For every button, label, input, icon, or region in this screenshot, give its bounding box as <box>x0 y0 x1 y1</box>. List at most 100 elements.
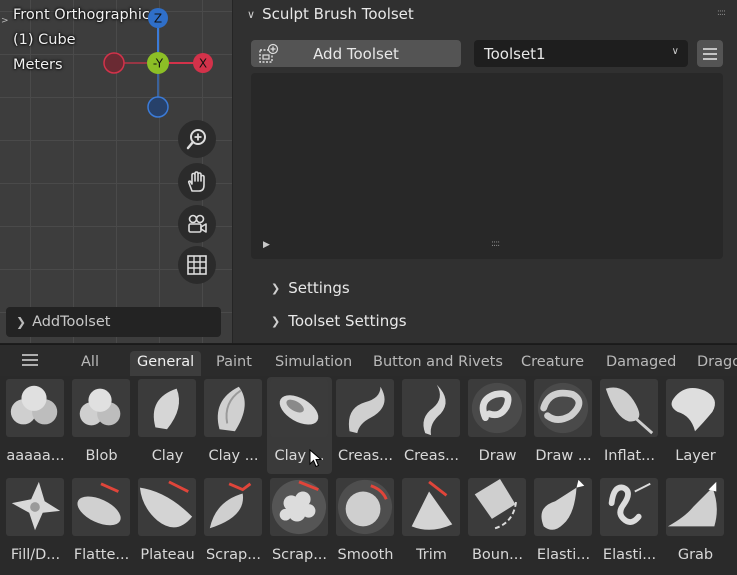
drag-handle-icon[interactable]: :::: <box>717 8 726 18</box>
toolset-selected-value: Toolset1 <box>484 44 546 63</box>
brush-tile-blob[interactable]: Blob <box>69 377 134 474</box>
play-triangle-icon[interactable]: ▶ <box>263 240 270 250</box>
brush-thumbnail <box>6 379 64 437</box>
camera-icon <box>188 214 207 233</box>
settings-label: Settings <box>288 279 350 297</box>
brush-tile-creas[interactable]: Creas... <box>399 377 464 474</box>
brush-thumbnail <box>204 379 262 437</box>
brush-thumbnail <box>336 379 394 437</box>
navigation-gizmo[interactable]: Z X -Y <box>100 5 220 120</box>
toolset-row: Add Toolset Toolset1 ∨ <box>251 40 723 67</box>
brush-thumbnail <box>600 478 658 536</box>
addtoolset-label: AddToolset <box>32 314 111 330</box>
toolset-menu-button[interactable] <box>697 40 723 67</box>
hamburger-menu-icon <box>703 47 717 60</box>
panel-title: Sculpt Brush Toolset <box>262 5 414 23</box>
brush-tile-grab[interactable]: Grab <box>663 476 728 573</box>
brush-thumbnail <box>72 478 130 536</box>
brush-tile-flatte[interactable]: Flatte... <box>69 476 134 573</box>
brush-label: Draw <box>478 448 517 464</box>
brush-label: Clay <box>151 448 184 464</box>
tab-damaged[interactable]: Damaged <box>599 351 683 376</box>
pan-button[interactable] <box>178 163 216 201</box>
brush-tile-plateau[interactable]: Plateau <box>135 476 200 573</box>
brush-tile-clay[interactable]: Clay <box>135 377 200 474</box>
tab-simulation[interactable]: Simulation <box>268 351 359 376</box>
brush-label: Plateau <box>140 547 195 563</box>
brush-tile-draw[interactable]: Draw ... <box>531 377 596 474</box>
brush-tile-boun[interactable]: Boun... <box>465 476 530 573</box>
grid-icon <box>187 255 207 275</box>
brush-thumbnail <box>402 379 460 437</box>
tab-all[interactable]: All <box>74 351 106 376</box>
brush-tile-draw[interactable]: Draw <box>465 377 530 474</box>
addtoolset-operator-panel[interactable]: ❯ AddToolset <box>6 307 221 337</box>
brush-tile-layer[interactable]: Layer <box>663 377 728 474</box>
viewport-collapse-arrow[interactable]: > <box>1 16 9 26</box>
brush-label: Blob <box>85 448 118 464</box>
brush-tile-inflat[interactable]: Inflat... <box>597 377 662 474</box>
brush-thumbnail <box>270 379 328 437</box>
brush-tile-scrap[interactable]: Scrap... <box>267 476 332 573</box>
hamburger-menu-icon[interactable] <box>20 352 40 368</box>
brush-tile-trim[interactable]: Trim <box>399 476 464 573</box>
object-name: (1) Cube <box>13 32 76 48</box>
brush-tile-elasti[interactable]: Elasti... <box>597 476 662 573</box>
brush-thumbnail <box>402 478 460 536</box>
toolset-list[interactable]: ▶ :::: <box>251 73 723 259</box>
brush-label: Layer <box>675 448 716 464</box>
brush-tile-creas[interactable]: Creas... <box>333 377 398 474</box>
brush-tile-smooth[interactable]: Smooth <box>333 476 398 573</box>
hand-pan-icon <box>187 171 205 192</box>
ortho-toggle-button[interactable] <box>178 246 216 284</box>
gizmo-z-label: Z <box>154 12 162 26</box>
brush-label: Scrap... <box>271 547 328 563</box>
tab-general[interactable]: General <box>130 351 202 376</box>
add-toolset-button[interactable]: Add Toolset <box>251 40 461 67</box>
brush-tile-elasti[interactable]: Elasti... <box>531 476 596 573</box>
tab-button-and-rivets[interactable]: Button and Rivets <box>366 351 510 376</box>
brush-thumbnail <box>6 478 64 536</box>
zoom-icon <box>186 129 206 150</box>
toolset-settings-label: Toolset Settings <box>288 312 407 330</box>
panel-header[interactable]: ∨ Sculpt Brush Toolset <box>247 4 414 24</box>
brush-tile-scrap[interactable]: Scrap... <box>201 476 266 573</box>
chevron-right-icon: ❯ <box>271 281 281 295</box>
toolset-dropdown[interactable]: Toolset1 ∨ <box>474 40 688 67</box>
brush-label: Grab <box>677 547 714 563</box>
3d-viewport[interactable]: > Front Orthographic (1) Cube Meters Z X… <box>0 0 232 343</box>
brush-tile-clay[interactable]: Clay ... <box>201 377 266 474</box>
resize-grip-icon[interactable]: :::: <box>491 239 500 249</box>
add-collection-icon <box>259 43 279 63</box>
brush-label: Fill/D... <box>10 547 61 563</box>
brush-label: Elasti... <box>536 547 591 563</box>
gizmo-neg-z[interactable] <box>147 96 169 118</box>
brush-label: Draw ... <box>535 448 592 464</box>
units-label: Meters <box>13 57 63 73</box>
brush-thumbnail <box>138 379 196 437</box>
brush-thumbnail <box>204 478 262 536</box>
zoom-button[interactable] <box>178 120 216 158</box>
chevron-right-icon: ❯ <box>16 315 27 329</box>
chevron-right-icon: ❯ <box>271 314 281 328</box>
brush-asset-browser: All General Paint Simulation Button and … <box>0 344 737 575</box>
brush-thumbnail <box>666 478 724 536</box>
brush-label: Scrap... <box>205 547 262 563</box>
brush-thumbnail <box>72 379 130 437</box>
tab-paint[interactable]: Paint <box>209 351 259 376</box>
toolset-settings-subpanel[interactable]: ❯ Toolset Settings <box>271 312 407 330</box>
brush-thumbnail <box>468 478 526 536</box>
brush-label: Boun... <box>471 547 524 563</box>
settings-subpanel[interactable]: ❯ Settings <box>271 279 350 297</box>
brush-label: Flatte... <box>73 547 130 563</box>
brush-thumbnail <box>270 478 328 536</box>
camera-view-button[interactable] <box>178 205 216 243</box>
brush-label: Smooth <box>337 547 394 563</box>
brush-tile-aaaaa[interactable]: aaaaa... <box>3 377 68 474</box>
chevron-down-icon: ∨ <box>671 46 679 57</box>
tab-dragon[interactable]: Drago <box>690 351 737 376</box>
brush-tile-fill-d[interactable]: Fill/D... <box>3 476 68 573</box>
brush-label: Elasti... <box>602 547 657 563</box>
tab-creature[interactable]: Creature <box>514 351 591 376</box>
gizmo-neg-x[interactable] <box>103 52 125 74</box>
